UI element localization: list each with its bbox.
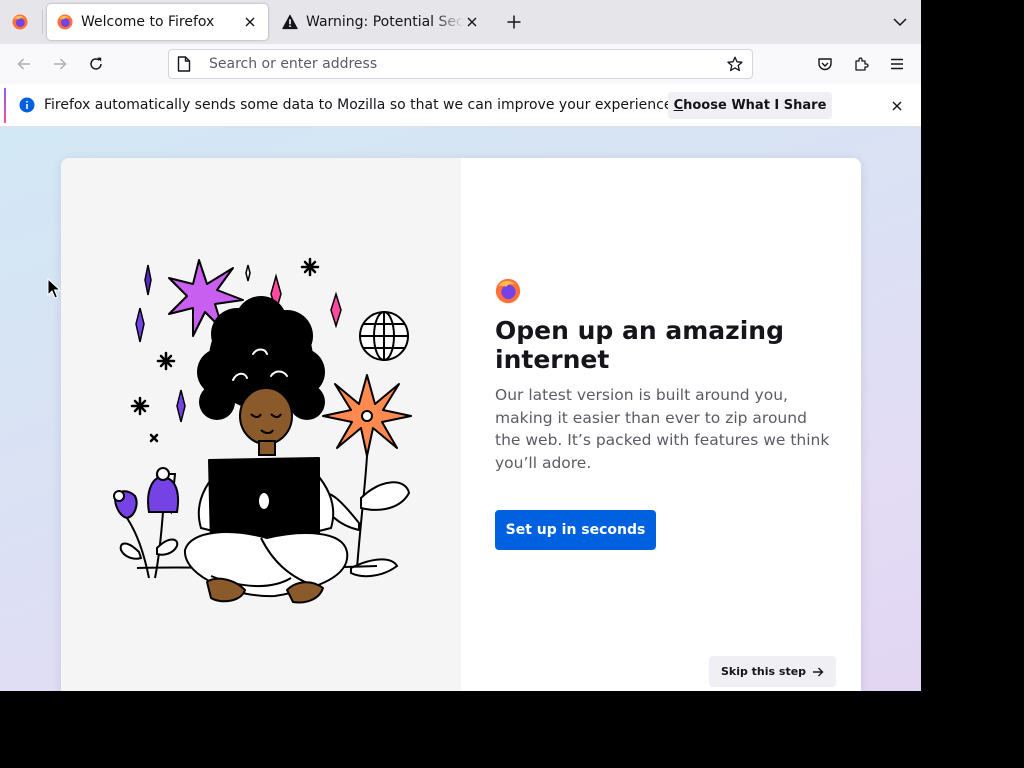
illustration-pane bbox=[61, 158, 461, 691]
close-icon bbox=[892, 101, 902, 111]
back-button[interactable] bbox=[10, 50, 38, 78]
info-icon bbox=[19, 97, 35, 113]
page-content: Open up an amazing internet Our latest v… bbox=[0, 127, 921, 691]
onboarding-card: Open up an amazing internet Our latest v… bbox=[61, 158, 861, 691]
close-icon bbox=[467, 17, 477, 27]
forward-button[interactable] bbox=[46, 50, 74, 78]
warning-icon bbox=[282, 14, 298, 30]
close-icon bbox=[245, 17, 255, 27]
tab-security-warning[interactable]: Warning: Potential Security Risk Ahead bbox=[272, 4, 490, 40]
tab-title: Warning: Potential Security Risk Ahead bbox=[306, 14, 464, 30]
firefox-logo-icon bbox=[12, 14, 28, 30]
button-label: hoose What I Share bbox=[683, 98, 827, 113]
new-tab-button[interactable] bbox=[500, 8, 528, 36]
pocket-icon bbox=[818, 58, 832, 71]
close-tab-button[interactable] bbox=[242, 14, 258, 30]
notification-message: Firefox automatically sends some data to… bbox=[44, 97, 677, 113]
bookmark-star-button[interactable] bbox=[724, 56, 746, 72]
tab-title: Welcome to Firefox bbox=[81, 14, 215, 30]
firefox-logo bbox=[495, 278, 521, 308]
firefox-view-button[interactable] bbox=[4, 6, 36, 38]
tab-strip: Welcome to Firefox Warning: Potential Se… bbox=[0, 0, 921, 44]
tab-strip-separator bbox=[42, 10, 43, 34]
skip-step-label: Skip this step bbox=[720, 665, 807, 678]
choose-what-i-share-button[interactable]: Choose What I Share bbox=[668, 92, 832, 119]
skip-step-button[interactable]: Skip this step bbox=[709, 656, 836, 687]
hamburger-menu-icon bbox=[891, 58, 903, 70]
tab-welcome[interactable]: Welcome to Firefox bbox=[47, 4, 268, 40]
mouse-pointer-icon bbox=[47, 278, 61, 299]
pocket-button[interactable] bbox=[811, 50, 839, 78]
plus-icon bbox=[507, 15, 521, 29]
star-icon bbox=[727, 56, 743, 72]
chevron-down-icon bbox=[893, 18, 907, 27]
navigation-toolbar bbox=[0, 44, 921, 84]
set-up-button-label: Set up in seconds bbox=[505, 522, 646, 538]
firefox-logo-icon bbox=[495, 278, 521, 304]
url-bar[interactable] bbox=[168, 49, 753, 79]
forward-arrow-icon bbox=[54, 58, 67, 70]
page-icon bbox=[177, 56, 191, 72]
info-icon bbox=[19, 97, 35, 113]
page-icon bbox=[177, 56, 193, 72]
extensions-button[interactable] bbox=[847, 50, 875, 78]
reload-button[interactable] bbox=[82, 50, 110, 78]
person-with-laptop-illustration bbox=[113, 257, 412, 604]
data-collection-notification: Firefox automatically sends some data to… bbox=[0, 84, 921, 127]
arrow-right-icon bbox=[813, 667, 824, 676]
access-key-letter: C bbox=[673, 98, 684, 113]
welcome-description: Our latest version is built around you, … bbox=[495, 386, 830, 472]
address-input[interactable] bbox=[207, 55, 724, 73]
extensions-icon bbox=[855, 57, 869, 71]
close-notification-button[interactable] bbox=[886, 95, 908, 117]
browser-window: Welcome to Firefox Warning: Potential Se… bbox=[0, 0, 921, 691]
close-tab-button[interactable] bbox=[464, 14, 480, 30]
welcome-text-pane: Open up an amazing internet Our latest v… bbox=[461, 158, 861, 691]
set-up-button[interactable]: Set up in seconds bbox=[495, 510, 656, 550]
app-menu-button[interactable] bbox=[883, 50, 911, 78]
reload-icon bbox=[90, 57, 102, 70]
notification-accent bbox=[4, 88, 6, 123]
back-arrow-icon bbox=[17, 58, 30, 70]
firefox-logo-icon bbox=[57, 14, 73, 30]
list-all-tabs-button[interactable] bbox=[886, 8, 914, 36]
welcome-title: Open up an amazing internet bbox=[495, 316, 784, 374]
